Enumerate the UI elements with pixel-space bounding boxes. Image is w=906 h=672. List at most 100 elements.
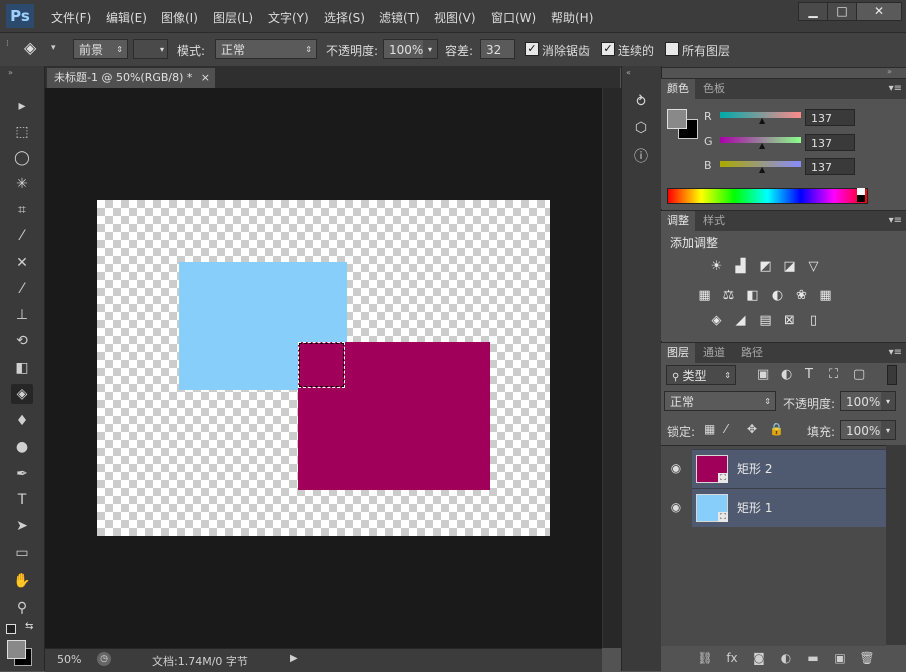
layer-row[interactable]: ⛶ 矩形 2 [692,449,886,488]
close-button[interactable]: ✕ [856,2,902,21]
invert-icon[interactable]: ◈ [708,313,725,328]
filter-shape-icon[interactable]: ⛶ [829,367,838,382]
selective-color-icon[interactable]: ⊠ [781,313,798,328]
menu-select[interactable]: 选择(S) [324,9,365,26]
menu-view[interactable]: 视图(V) [434,9,476,26]
swap-colors-icon[interactable]: ⇆ [25,621,33,632]
move-tool-icon[interactable]: ▸ [11,96,33,116]
info-icon[interactable]: ⓘ [631,147,651,167]
slider-thumb-icon[interactable]: ▲ [759,165,765,174]
slider-thumb-icon[interactable]: ▲ [759,116,765,125]
blur-tool-icon[interactable]: ♦ [11,411,33,431]
foreground-color-swatch[interactable] [7,640,26,659]
chevron-down-icon[interactable]: ▾ [423,40,437,58]
posterize-icon[interactable]: ◢ [732,313,749,328]
delete-layer-icon[interactable]: 🗑 [859,650,875,666]
gradient-map-icon[interactable]: ▯ [805,313,822,328]
blue-value-input[interactable]: 137 [805,158,855,175]
clone-stamp-tool-icon[interactable]: ⊥ [11,305,33,325]
vertical-scrollbar[interactable] [602,88,621,648]
channel-mixer-icon[interactable]: ❀ [793,288,810,303]
maximize-button[interactable]: □ [827,2,857,21]
status-info-icon[interactable]: ◷ [97,652,111,666]
brush-tool-icon[interactable]: ⁄ [11,279,33,299]
new-layer-icon[interactable]: ▣ [832,650,848,666]
filter-type-icon[interactable]: T [805,367,813,382]
path-selection-tool-icon[interactable]: ➤ [11,516,33,536]
color-balance-icon[interactable]: ⚖ [720,288,737,303]
antialias-checkbox[interactable]: ✓ [525,42,539,56]
status-menu-arrow-icon[interactable]: ▶ [290,653,298,664]
green-value-input[interactable]: 137 [805,134,855,151]
red-value-input[interactable]: 137 [805,109,855,126]
layer-style-icon[interactable]: fx [724,650,740,666]
filter-smart-object-icon[interactable]: ▢ [853,367,865,382]
panel-menu-icon[interactable]: ▾≡ [889,343,902,363]
opacity-input[interactable]: 100% ▾ [383,39,438,59]
hand-tool-icon[interactable]: ✋ [11,571,33,591]
collapse-arrows-icon[interactable]: « [626,68,631,77]
filter-pixel-icon[interactable]: ▣ [757,367,769,382]
collapse-arrows-icon[interactable]: » [8,68,13,77]
hue-saturation-icon[interactable]: ▦ [696,288,713,303]
dodge-tool-icon[interactable]: ● [11,437,33,457]
menu-filter[interactable]: 滤镜(T) [379,9,420,26]
fill-source-select[interactable]: 前景 ⇕ [73,39,128,59]
default-colors-icon[interactable] [6,624,16,634]
zoom-tool-icon[interactable]: ⚲ [11,598,33,618]
fg-color-chip[interactable] [667,109,687,129]
healing-brush-tool-icon[interactable]: ✕ [11,253,33,273]
type-tool-icon[interactable]: T [11,490,33,510]
tab-swatches[interactable]: 色板 [697,79,731,99]
menu-type[interactable]: 文字(Y) [268,9,309,26]
levels-icon[interactable]: ▟ [732,259,749,274]
paint-bucket-preset-icon[interactable]: ◈ [24,38,36,57]
add-mask-icon[interactable]: ◙ [751,650,767,666]
zoom-level[interactable]: 50% [57,653,81,666]
tab-adjustments[interactable]: 调整 [661,211,695,231]
panel-menu-icon[interactable]: ▾≡ [889,211,902,231]
blend-mode-select[interactable]: 正常 ⇕ [664,391,776,411]
menu-edit[interactable]: 编辑(E) [106,9,147,26]
visibility-eye-icon[interactable]: ◉ [667,449,685,487]
curves-icon[interactable]: ◩ [757,259,774,274]
lock-all-icon[interactable]: 🔒 [769,422,784,436]
lock-transparent-icon[interactable]: ▦ [704,422,715,436]
spectrum-black-chip[interactable] [857,195,865,202]
eyedropper-tool-icon[interactable]: ⁄ [11,226,33,246]
document-canvas[interactable] [97,200,550,536]
exposure-icon[interactable]: ◪ [781,259,798,274]
photo-filter-icon[interactable]: ◐ [769,288,786,303]
link-layers-icon[interactable]: ⛓ [697,650,713,666]
layer-opacity-input[interactable]: 100% ▾ [840,391,896,411]
history-icon[interactable]: ⥁ [631,92,651,112]
filter-adjustment-icon[interactable]: ◐ [781,367,792,382]
close-tab-icon[interactable]: × [201,68,210,88]
visibility-eye-icon[interactable]: ◉ [667,488,685,526]
color-spectrum-bar[interactable] [667,188,868,204]
tab-paths[interactable]: 路径 [735,343,769,363]
preset-dropdown-arrow-icon[interactable]: ▾ [51,43,56,53]
all-layers-checkbox[interactable] [665,42,679,56]
lock-pixels-icon[interactable]: ⁄ [725,422,727,436]
layer-row[interactable]: ⛶ 矩形 1 [692,488,886,527]
crop-tool-icon[interactable]: ⌗ [11,200,33,220]
rectangle-tool-icon[interactable]: ▭ [11,543,33,563]
menu-file[interactable]: 文件(F) [51,9,91,26]
layers-scrollbar[interactable] [886,445,906,645]
document-tab[interactable]: 未标题-1 @ 50%(RGB/8) * × [47,68,215,88]
tab-styles[interactable]: 样式 [697,211,731,231]
panel-collapse-icon[interactable]: » [887,67,892,76]
chevron-down-icon[interactable]: ▾ [881,421,895,439]
menu-window[interactable]: 窗口(W) [491,9,536,26]
pen-tool-icon[interactable]: ✒ [11,464,33,484]
menu-help[interactable]: 帮助(H) [551,9,593,26]
slider-thumb-icon[interactable]: ▲ [759,141,765,150]
minimize-button[interactable]: ▁ [798,2,828,21]
eraser-tool-icon[interactable]: ◧ [11,358,33,378]
contiguous-checkbox[interactable]: ✓ [601,42,615,56]
panel-menu-icon[interactable]: ▾≡ [889,79,902,99]
marquee-tool-icon[interactable]: ⬚ [11,122,33,142]
menu-layer[interactable]: 图层(L) [213,9,253,26]
lock-position-icon[interactable]: ✥ [747,422,757,436]
